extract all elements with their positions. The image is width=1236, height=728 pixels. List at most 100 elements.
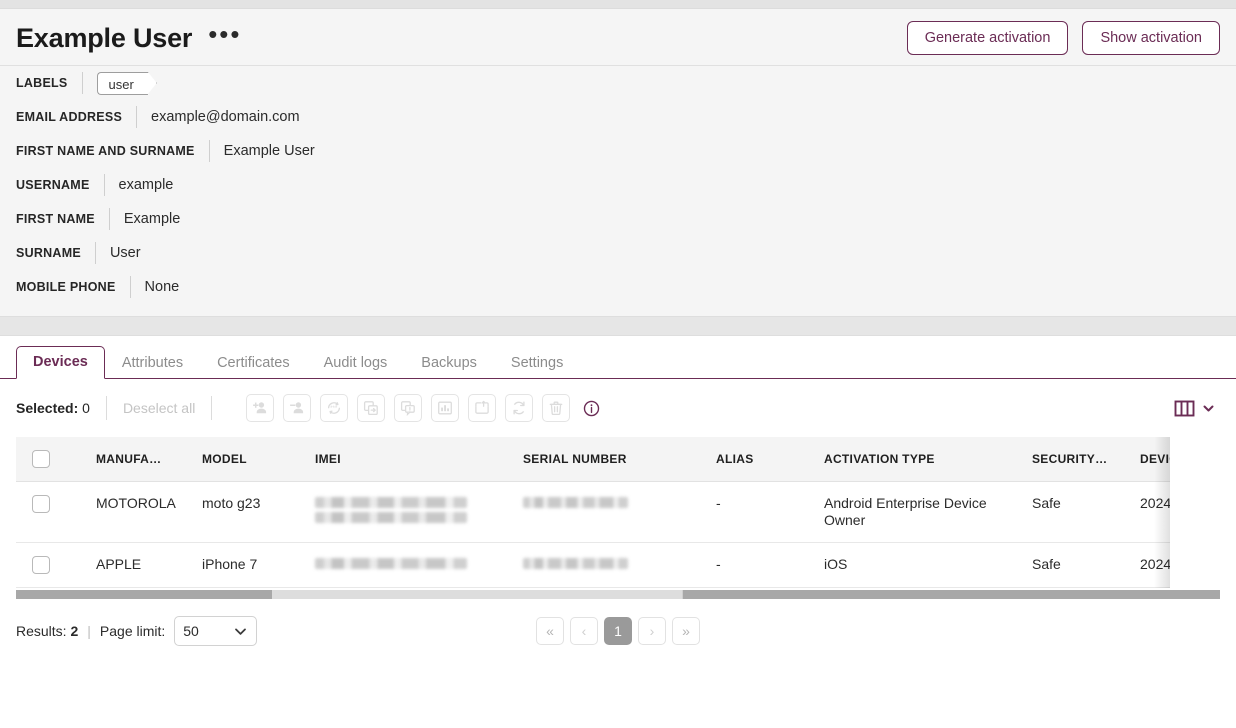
detail-row-username: USERNAME example [16,168,1220,202]
footer-divider: | [87,623,91,639]
transfer-device-icon[interactable] [357,394,386,422]
devices-table-container: MANUFA… MODEL IMEI SERIAL NUMBER ALIAS A… [16,437,1170,588]
results-label: Results: [16,623,67,639]
header-actions: Generate activation Show activation [906,21,1220,55]
row-checkbox[interactable] [32,556,50,574]
selected-label: Selected: [16,400,79,416]
cell-device-last-connection: 2024-09-23 14:34 [1140,481,1170,543]
page-title: Example User [16,23,193,53]
table-header-row: MANUFA… MODEL IMEI SERIAL NUMBER ALIAS A… [16,437,1170,482]
show-activation-button[interactable]: Show activation [1082,21,1220,55]
redacted-value [523,497,628,508]
section-separator [0,316,1236,336]
column-header-alias[interactable]: ALIAS [716,437,824,482]
detail-row-email: EMAIL ADDRESS example@domain.com [16,100,1220,134]
column-header-imei[interactable]: IMEI [315,437,523,482]
columns-icon[interactable] [1174,399,1195,418]
row-select-cell [16,481,96,543]
detail-label: MOBILE PHONE [16,280,116,294]
table-body: MOTOROLA moto g23 - Android Enterprise D… [16,481,1170,588]
detail-divider [136,106,138,128]
detail-row-mobile-phone: MOBILE PHONE None [16,270,1220,304]
table-horizontal-scrollbar[interactable] [16,590,1220,599]
cell-alias: - [716,542,824,588]
chevron-down-icon[interactable] [1202,402,1215,415]
column-header-security[interactable]: SECURITY… [1032,437,1140,482]
redacted-value [315,558,467,569]
detail-divider [94,242,96,264]
info-icon[interactable] [583,400,600,417]
remove-user-icon[interactable] [283,394,312,422]
chevron-down-icon [235,628,247,635]
detail-value: Example [123,211,181,227]
pagination-next-button[interactable]: › [638,617,666,645]
svg-text:***: *** [330,405,338,412]
window-top-strip [0,0,1236,9]
pagination-last-button[interactable]: » [672,617,700,645]
cell-model: moto g23 [202,481,315,543]
tab-certificates[interactable]: Certificates [200,347,307,379]
detail-label: LABELS [16,76,68,90]
tab-backups[interactable]: Backups [404,347,494,379]
detail-divider [103,174,105,196]
column-header-activation-type[interactable]: ACTIVATION TYPE [824,437,1032,482]
footer-left: Results: 2 | Page limit: 50 [16,616,258,646]
detail-label: EMAIL ADDRESS [16,110,123,124]
deselect-all-button[interactable]: Deselect all [123,400,195,416]
detail-row-fullname: FIRST NAME AND SURNAME Example User [16,134,1220,168]
refresh-icon[interactable] [505,394,534,422]
cell-device-last-connection: 2024-09-23 08:11 [1140,542,1170,588]
row-select-cell [16,542,96,588]
column-header-serial-number[interactable]: SERIAL NUMBER [523,437,716,482]
column-header-device-last-connection[interactable]: DEVICE LAST CO [1140,437,1170,482]
detail-divider [208,140,210,162]
detail-value: None [144,279,180,295]
generate-activation-button[interactable]: Generate activation [906,21,1069,55]
redacted-value [523,558,628,569]
page-header: Example User ••• Generate activation Sho… [0,9,1236,65]
export-icon[interactable] [468,394,497,422]
tabs-section: Devices Attributes Certificates Audit lo… [0,336,1236,379]
pagination-prev-button[interactable]: ‹ [570,617,598,645]
cell-alias: - [716,481,824,543]
cell-serial-number-redacted [523,481,716,543]
column-header-model[interactable]: MODEL [202,437,315,482]
user-detail-page: Example User ••• Generate activation Sho… [0,0,1236,728]
tab-devices[interactable]: Devices [16,346,105,379]
cell-manufacturer: APPLE [96,542,202,588]
page-limit-select[interactable]: 50 [174,616,258,646]
cell-imei-redacted [315,542,523,588]
detail-divider [81,72,83,94]
scrollbar-thumb[interactable] [272,590,683,599]
footer-bar: Results: 2 | Page limit: 50 « ‹ 1 › » [0,599,1236,651]
redacted-value [315,512,467,523]
pagination: « ‹ 1 › » [536,617,700,645]
add-user-icon[interactable] [246,394,275,422]
table-row[interactable]: MOTOROLA moto g23 - Android Enterprise D… [16,481,1170,543]
tab-audit-logs[interactable]: Audit logs [307,347,405,379]
table-footer: Results: 2 | Page limit: 50 « ‹ 1 › » [0,599,1236,651]
pagination-first-button[interactable]: « [536,617,564,645]
send-message-icon[interactable] [394,394,423,422]
reset-password-icon[interactable]: *** [320,394,349,422]
detail-label: FIRST NAME [16,212,95,226]
cell-model: iPhone 7 [202,542,315,588]
user-details-panel: LABELS user EMAIL ADDRESS example@domain… [0,65,1236,316]
toolbar-actions: *** [246,394,600,422]
statistics-icon[interactable] [431,394,460,422]
cell-security-status: Safe [1032,542,1140,588]
table-row[interactable]: APPLE iPhone 7 - iOS Safe 2024-09-23 08:… [16,542,1170,588]
column-header-manufacturer[interactable]: MANUFA… [96,437,202,482]
more-actions-button[interactable]: ••• [206,21,243,52]
toolbar-divider [105,396,107,420]
selected-count: 0 [82,400,90,416]
row-checkbox[interactable] [32,495,50,513]
pagination-page-1-button[interactable]: 1 [604,617,632,645]
tab-settings[interactable]: Settings [494,347,580,379]
select-all-checkbox[interactable] [32,450,50,468]
detail-row-surname: SURNAME User [16,236,1220,270]
tab-attributes[interactable]: Attributes [105,347,200,379]
delete-icon[interactable] [542,394,571,422]
label-tag-user[interactable]: user [96,71,148,95]
detail-divider [129,276,131,298]
